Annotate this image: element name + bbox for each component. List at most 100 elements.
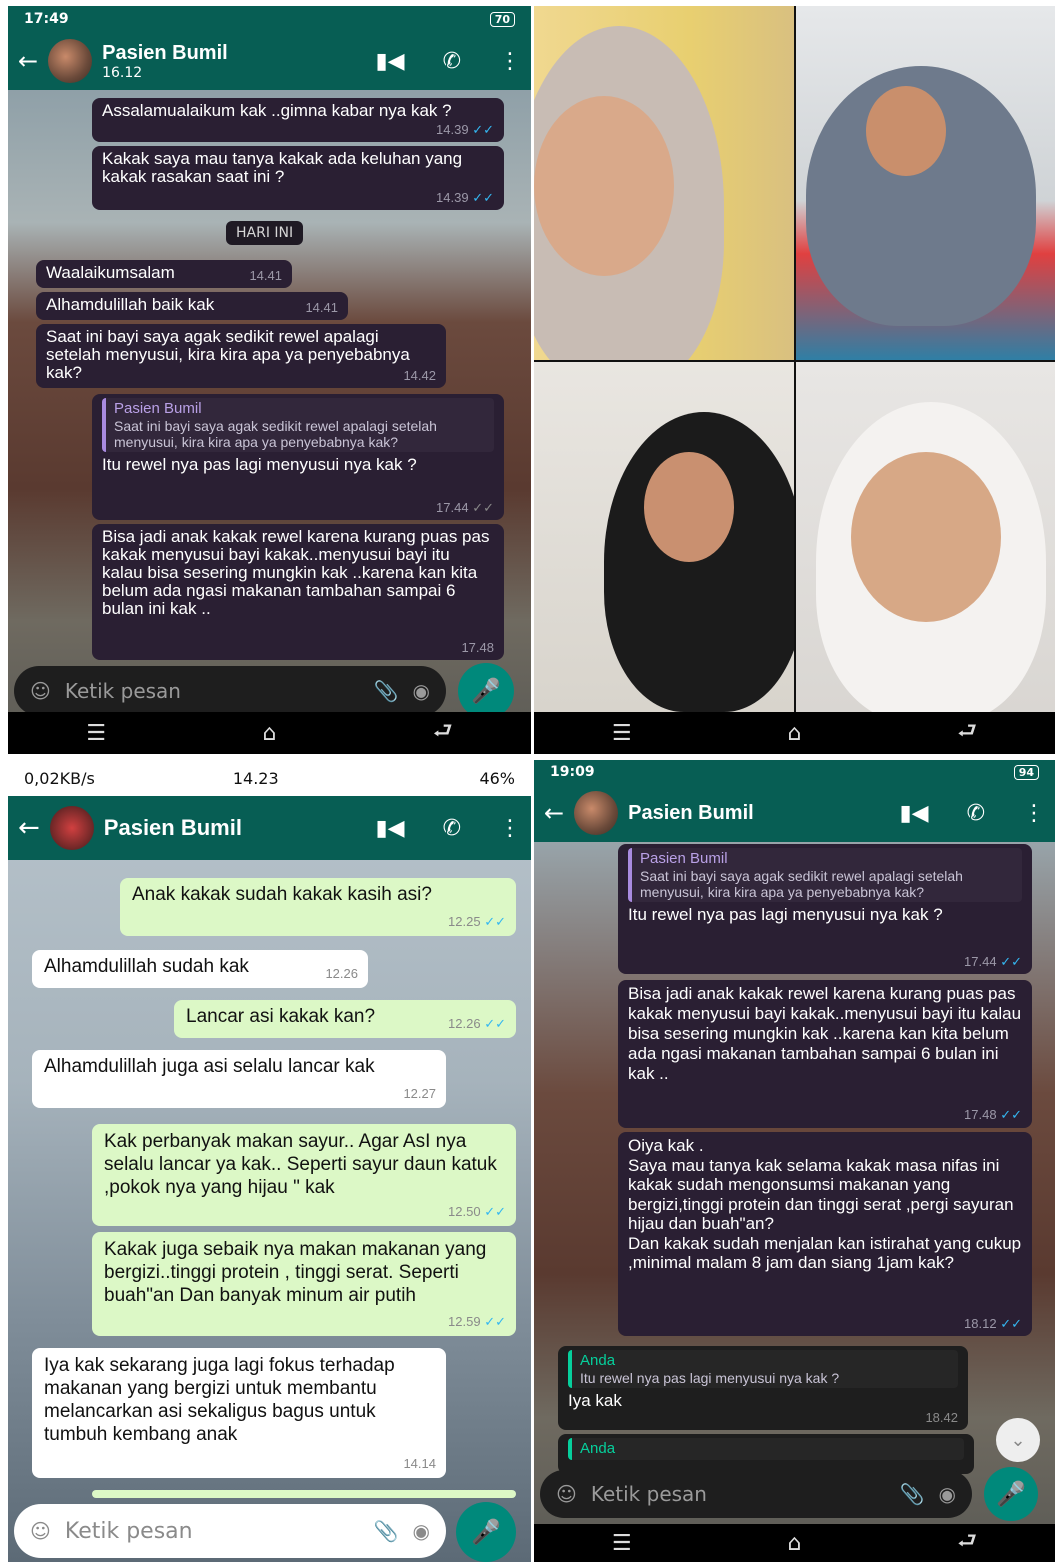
message-bubble[interactable]: Alhamdulillah juga asi selalu lancar kak…	[32, 1050, 446, 1108]
phone-icon[interactable]: ✆	[967, 801, 985, 826]
message-bubble[interactable]: Saat ini bayi saya agak sedikit rewel ap…	[36, 324, 446, 388]
video-call-screenshot: ☰ ⌂ ⮐	[534, 6, 1055, 754]
message-time: 17.48	[461, 640, 494, 655]
camera-icon[interactable]: ◉	[413, 1519, 430, 1543]
camera-icon[interactable]: ◉	[939, 1482, 956, 1506]
message-bubble[interactable]: Assalamualaikum kak ..gimna kabar nya ka…	[92, 98, 504, 142]
home-icon[interactable]: ⌂	[262, 721, 276, 746]
message-text: Waalaikumsalam	[46, 263, 175, 282]
message-bubble[interactable]: Kakak saya mau tanya kakak ada keluhan y…	[92, 146, 504, 210]
double-check-icon: ✓✓	[484, 1314, 506, 1329]
more-vert-icon[interactable]: ⋮	[499, 49, 521, 74]
contact-name[interactable]: Pasien Bumil	[628, 802, 754, 825]
quoted-message[interactable]: Pasien Bumil Saat ini bayi saya agak sedi…	[102, 398, 494, 452]
double-check-icon: ✓✓	[472, 122, 494, 137]
message-bubble[interactable]: Alhamdulillah sudah kak 12.26	[32, 950, 368, 988]
back-icon[interactable]: ⮐	[957, 1524, 977, 1562]
chat-header: ← Pasien Bumil ▮◀ ✆ ⋮	[8, 796, 531, 860]
contact-name[interactable]: Pasien Bumil	[104, 815, 242, 841]
message-time: 14.42	[403, 368, 436, 383]
message-bubble[interactable]: Waalaikumsalam 14.41	[36, 260, 292, 288]
message-time: 17.48	[964, 1107, 997, 1122]
menu-icon[interactable]: ☰	[612, 1531, 632, 1556]
message-input-bar[interactable]: ☺ Ketik pesan 📎 ◉	[540, 1470, 972, 1518]
message-bubble[interactable]: Kak perbanyak makan sayur.. Agar AsI nya…	[92, 1124, 516, 1226]
back-icon[interactable]: ⮐	[433, 714, 453, 752]
message-bubble[interactable]: Bisa jadi anak kakak rewel karena kurang…	[618, 980, 1032, 1128]
quoted-message[interactable]: Pasien Bumil Saat ini bayi saya agak sedi…	[628, 848, 1022, 902]
quoted-message[interactable]: Anda	[568, 1438, 964, 1460]
message-time: 14.41	[249, 268, 282, 283]
home-icon[interactable]: ⌂	[787, 721, 801, 746]
message-bubble[interactable]: Oiya kak . Saya mau tanya kak selama kak…	[618, 1132, 1032, 1336]
attach-icon[interactable]: 📎	[374, 1519, 399, 1543]
double-check-icon: ✓✓	[484, 914, 506, 929]
avatar[interactable]	[48, 39, 93, 83]
message-input-bar[interactable]: ☺ Ketik pesan 📎 ◉	[14, 1504, 446, 1558]
message-bubble[interactable]: Iya kak sekarang juga lagi fokus terhada…	[32, 1348, 446, 1478]
message-bubble[interactable]: Alhamdulillah baik kak 14.41	[36, 292, 348, 320]
more-vert-icon[interactable]: ⋮	[499, 816, 521, 841]
back-arrow-icon[interactable]: ←	[18, 813, 40, 843]
message-input[interactable]: Ketik pesan	[65, 1519, 360, 1544]
message-text: Itu rewel nya pas lagi menyusui nya kak …	[102, 455, 417, 474]
message-bubble[interactable]: Anak kakak sudah kakak kasih asi? 12.25 ✓…	[120, 878, 516, 936]
message-bubble[interactable]: Pasien Bumil Saat ini bayi saya agak sedi…	[618, 844, 1032, 974]
video-call-icon[interactable]: ▮◀	[376, 49, 405, 74]
message-time: 17.44	[964, 954, 997, 969]
back-arrow-icon[interactable]: ←	[544, 799, 564, 827]
emoji-icon[interactable]: ☺	[556, 1482, 577, 1506]
message-text: Lancar asi kakak kan?	[186, 1006, 376, 1027]
message-text: Saat ini bayi saya agak sedikit rewel ap…	[46, 327, 410, 382]
message-text: Iya kak	[568, 1391, 622, 1410]
message-time: 12.50	[448, 1204, 481, 1219]
message-time: 14.14	[403, 1456, 436, 1471]
phone-icon[interactable]: ✆	[443, 49, 461, 74]
message-bubble[interactable]: Lancar asi kakak kan? 12.26 ✓✓	[174, 1000, 516, 1038]
double-check-icon: ✓✓	[472, 500, 494, 515]
double-check-icon: ✓✓	[472, 190, 494, 205]
video-call-icon[interactable]: ▮◀	[376, 816, 405, 841]
menu-icon[interactable]: ☰	[86, 721, 106, 746]
back-arrow-icon[interactable]: ←	[18, 47, 38, 75]
emoji-icon[interactable]: ☺	[30, 1519, 51, 1543]
avatar[interactable]	[49, 806, 94, 850]
mic-button[interactable]: 🎤	[456, 1502, 516, 1562]
message-bubble[interactable]: Bisa jadi anak kakak rewel karena kurang…	[92, 524, 504, 660]
double-check-icon: ✓✓	[1000, 1107, 1022, 1122]
camera-icon[interactable]: ◉	[413, 679, 430, 703]
video-call-icon[interactable]: ▮◀	[900, 801, 929, 826]
avatar[interactable]	[574, 791, 619, 835]
message-bubble[interactable]: Kakak juga sebaik nya makan makanan yang…	[92, 1232, 516, 1336]
mic-button[interactable]: 🎤	[458, 663, 514, 719]
more-vert-icon[interactable]: ⋮	[1023, 801, 1045, 826]
contact-name[interactable]: Pasien Bumil	[102, 42, 228, 65]
phone-icon[interactable]: ✆	[443, 816, 461, 841]
home-icon[interactable]: ⌂	[787, 1531, 801, 1556]
nav-bar: ☰ ⌂ ⮐	[8, 712, 531, 754]
video-tile	[796, 362, 1055, 712]
quote-author: Anda	[580, 1352, 616, 1369]
message-bubble[interactable]: Anda Itu rewel nya pas lagi menyusui nya …	[558, 1346, 968, 1430]
mic-button[interactable]: 🎤	[984, 1467, 1038, 1521]
emoji-icon[interactable]: ☺	[30, 679, 51, 703]
message-bubble[interactable]: Anda	[558, 1434, 974, 1474]
status-time: 14.23	[232, 768, 279, 788]
attach-icon[interactable]: 📎	[374, 679, 399, 703]
message-time: 18.42	[925, 1410, 958, 1425]
message-input[interactable]: Ketik pesan	[591, 1482, 886, 1506]
message-text: Anak kakak sudah kakak kasih asi?	[132, 884, 432, 905]
message-time: 14.41	[305, 300, 338, 315]
chat-screenshot-3: 19:09 94 ← Pasien Bumil ▮◀ ✆ ⋮ Pasien Bum…	[534, 760, 1055, 1562]
message-bubble[interactable]: Pasien Bumil Saat ini bayi saya agak sedi…	[92, 394, 504, 520]
scroll-down-button[interactable]: ⌄	[996, 1418, 1040, 1462]
message-text: Assalamualaikum kak ..gimna kabar nya ka…	[102, 101, 452, 120]
back-icon[interactable]: ⮐	[957, 714, 977, 752]
message-input-bar[interactable]: ☺ Ketik pesan 📎 ◉	[14, 666, 446, 716]
date-chip: HARI INI	[226, 221, 304, 245]
status-time: 19:09	[550, 764, 595, 780]
menu-icon[interactable]: ☰	[612, 721, 632, 746]
quoted-message[interactable]: Anda Itu rewel nya pas lagi menyusui nya …	[568, 1350, 958, 1388]
attach-icon[interactable]: 📎	[900, 1482, 925, 1506]
message-input[interactable]: Ketik pesan	[65, 679, 360, 703]
